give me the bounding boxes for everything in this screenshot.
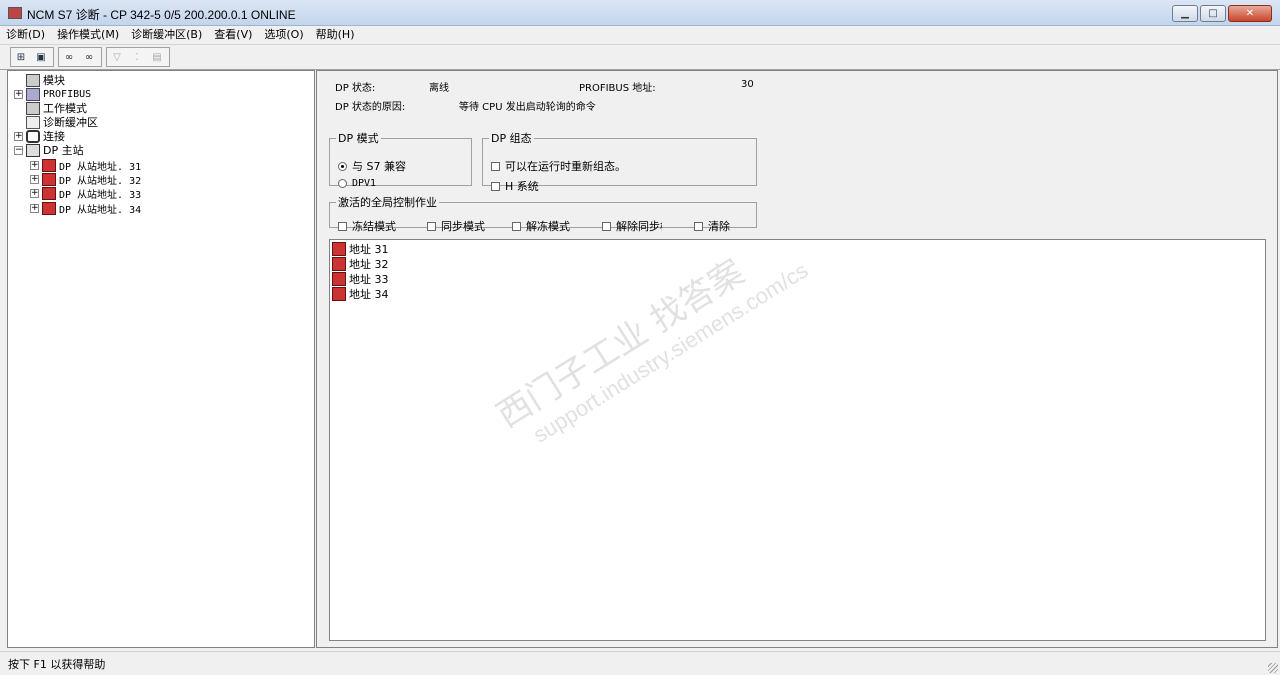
menu-view[interactable]: 查看(V): [208, 26, 258, 44]
checkbox-clear[interactable]: 清除: [694, 218, 730, 234]
global-control-legend: 激活的全局控制作业: [338, 196, 437, 209]
module-icon[interactable]: ▣: [31, 48, 51, 66]
navigation-tree: 模块 + PROFIBUS 工作模式 诊断缓冲区 + 连接 − DP 主站 + …: [7, 70, 315, 648]
dp-mode-group: DP 模式 与 S7 兼容 DPV1: [329, 130, 472, 189]
offline-slave-icon: [42, 201, 56, 215]
address-list[interactable]: 地址 31 地址 32 地址 33 地址 34: [329, 239, 1266, 641]
radio-icon[interactable]: [338, 161, 347, 171]
station-icon[interactable]: ⊞: [11, 48, 31, 66]
checkbox-unfreeze[interactable]: 解冻模式: [512, 218, 570, 234]
minimize-button[interactable]: ▁: [1172, 5, 1198, 22]
global-control-group: 激活的全局控制作业 冻结模式 同步模式 解冻模式 解除同步模式 清除: [329, 194, 757, 233]
expand-icon[interactable]: +: [30, 174, 39, 184]
checkbox-icon[interactable]: [512, 221, 521, 231]
dp-state-label: DP 状态:: [335, 83, 376, 94]
table-icon[interactable]: ▤: [147, 48, 167, 66]
expand-icon[interactable]: +: [30, 188, 39, 198]
list-item[interactable]: 地址 32: [332, 256, 389, 271]
toolbar: ⊞ ▣ ∞ ∞ ▽ ⁚ ▤: [0, 44, 1280, 70]
checkbox-h-system[interactable]: H 系统: [491, 178, 539, 194]
maximize-button[interactable]: □: [1200, 5, 1226, 22]
checkbox-freeze[interactable]: 冻结模式: [338, 218, 396, 234]
buffer-icon: [26, 115, 40, 129]
checkbox-icon[interactable]: [694, 221, 703, 231]
dp-state-reason-label: DP 状态的原因:: [335, 102, 406, 113]
toolbar-group-1: ⊞ ▣: [10, 47, 54, 67]
list-item[interactable]: 地址 31: [332, 241, 389, 256]
list-item[interactable]: 地址 34: [332, 286, 389, 301]
menu-options[interactable]: 选项(O): [258, 26, 309, 44]
list-item[interactable]: 地址 33: [332, 271, 389, 286]
close-button[interactable]: ✕: [1228, 5, 1272, 22]
tree-item-slave-32[interactable]: + DP 从站地址. 32: [30, 172, 141, 187]
dp-config-legend: DP 组态: [491, 132, 532, 145]
menu-diag-buffer[interactable]: 诊断缓冲区(B): [125, 26, 208, 44]
menu-bar: 诊断(D) 操作模式(M) 诊断缓冲区(B) 查看(V) 选项(O) 帮助(H): [0, 26, 1280, 44]
tree-item-slave-33[interactable]: + DP 从站地址. 33: [30, 186, 141, 201]
checkbox-sync[interactable]: 同步模式: [427, 218, 485, 234]
watch2-icon[interactable]: ∞: [79, 48, 99, 66]
checkbox-icon[interactable]: [338, 221, 347, 231]
tree-item-slave-31[interactable]: + DP 从站地址. 31: [30, 158, 141, 173]
resize-grip-icon[interactable]: [1268, 663, 1278, 673]
checkbox-icon[interactable]: [491, 161, 500, 171]
detail-panel: DP 状态: 离线 PROFIBUS 地址: 30 DP 状态的原因: 等待 C…: [316, 70, 1278, 648]
tree-item-slave-34[interactable]: + DP 从站地址. 34: [30, 201, 141, 216]
tree-item-connections[interactable]: + 连接: [14, 129, 65, 143]
status-bar: 按下 F1 以获得帮助: [0, 651, 1280, 675]
profibus-address-value: 30: [741, 79, 754, 90]
tree-item-profibus[interactable]: + PROFIBUS: [14, 87, 91, 101]
dp-mode-legend: DP 模式: [338, 132, 379, 145]
menu-diagnose[interactable]: 诊断(D): [0, 26, 51, 44]
collapse-icon[interactable]: −: [14, 145, 23, 155]
expand-icon[interactable]: +: [14, 131, 23, 141]
dp-config-group: DP 组态 可以在运行时重新组态。 H 系统: [482, 130, 757, 193]
checkbox-icon[interactable]: [427, 221, 436, 231]
window-controls: ▁ □ ✕: [1170, 5, 1272, 22]
tree-item-dp-master[interactable]: − DP 主站: [14, 143, 84, 157]
toolbar-group-2: ∞ ∞: [58, 47, 102, 67]
radio-dpv1[interactable]: DPV1: [338, 178, 376, 189]
filter-icon[interactable]: ▽: [107, 48, 127, 66]
offline-slave-icon: [42, 172, 56, 186]
checkbox-icon[interactable]: [602, 221, 611, 231]
expand-icon[interactable]: +: [30, 160, 39, 170]
dp-state-reason-value: 等待 CPU 发出启动轮询的命令: [459, 102, 596, 113]
offline-slave-icon: [42, 158, 56, 172]
title-bar: NCM S7 诊断 - CP 342-5 0/5 200.200.0.1 ONL…: [0, 0, 1280, 26]
offline-slave-icon: [332, 256, 346, 271]
io-icon[interactable]: ⁚: [127, 48, 147, 66]
radio-icon[interactable]: [338, 179, 347, 188]
radio-s7-compatible[interactable]: 与 S7 兼容: [338, 158, 406, 174]
menu-operating-mode[interactable]: 操作模式(M): [51, 26, 125, 44]
tree-item-diag-buffer[interactable]: 诊断缓冲区: [14, 115, 98, 129]
offline-slave-icon: [332, 286, 346, 301]
dp-state-value: 离线: [429, 83, 449, 94]
window-title: NCM S7 诊断 - CP 342-5 0/5 200.200.0.1 ONL…: [27, 8, 296, 22]
status-text: 按下 F1 以获得帮助: [8, 658, 106, 671]
checkbox-unsync[interactable]: 解除同步模式: [602, 218, 662, 234]
mode-icon: [26, 101, 40, 115]
expand-icon[interactable]: +: [30, 203, 39, 213]
offline-slave-icon: [42, 186, 56, 200]
checkbox-icon[interactable]: [491, 181, 500, 191]
menu-help[interactable]: 帮助(H): [310, 26, 361, 44]
offline-slave-icon: [332, 271, 346, 286]
profibus-address-label: PROFIBUS 地址:: [579, 83, 656, 94]
offline-slave-icon: [332, 241, 346, 256]
network-icon: [26, 87, 40, 101]
toolbar-group-3: ▽ ⁚ ▤: [106, 47, 170, 67]
dp-master-icon: [26, 143, 40, 157]
watch-icon[interactable]: ∞: [59, 48, 79, 66]
module-icon: [26, 73, 40, 87]
connection-icon: [26, 129, 40, 143]
expand-icon[interactable]: +: [14, 89, 23, 99]
checkbox-reconfig-runtime[interactable]: 可以在运行时重新组态。: [491, 158, 626, 174]
tree-item-operating-mode[interactable]: 工作模式: [14, 101, 87, 115]
app-icon: [8, 7, 22, 19]
tree-item-module[interactable]: 模块: [14, 73, 65, 87]
